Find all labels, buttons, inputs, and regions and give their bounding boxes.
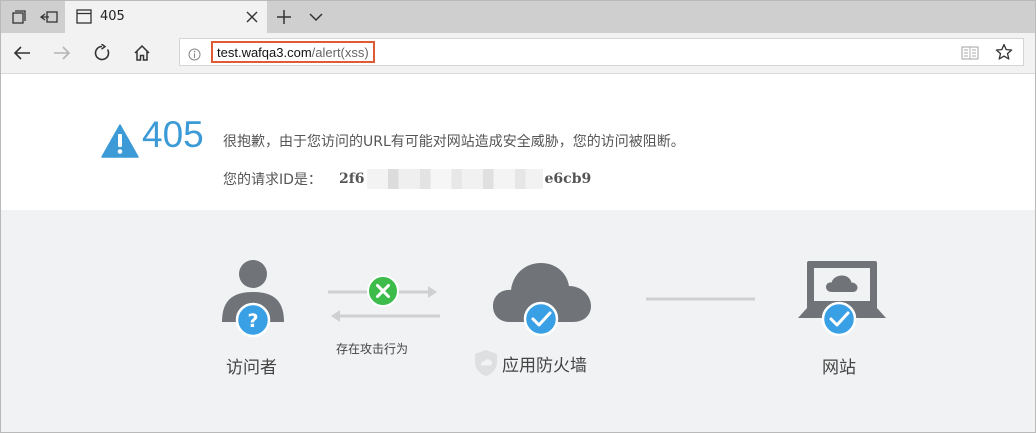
home-icon[interactable]	[127, 39, 157, 67]
error-code: 405	[142, 114, 204, 155]
site-label: 网站	[822, 358, 856, 378]
back-icon[interactable]	[7, 39, 37, 67]
browser-window: 405 test.wafqa3.com /alert(xss) 405 很抱歉，…	[0, 0, 1036, 433]
reading-view-icon[interactable]	[961, 45, 979, 65]
request-id-prefix: 2f6	[339, 171, 365, 187]
close-icon[interactable]	[245, 9, 259, 28]
url-path: /alert(xss)	[311, 44, 369, 60]
svg-text:?: ?	[247, 310, 258, 332]
set-tabs-aside-icon[interactable]	[34, 1, 64, 33]
navigation-bar: test.wafqa3.com/alert(xss)	[1, 33, 1035, 74]
request-id: 2f6 e6cb9	[339, 169, 591, 189]
redacted-mosaic	[366, 169, 543, 189]
attack-label: 存在攻击行为	[336, 342, 409, 356]
shield-icon	[474, 349, 498, 381]
request-id-label: 您的请求ID是：	[223, 172, 322, 188]
tab-active[interactable]: 405	[65, 1, 267, 33]
visitor-label: 访问者	[226, 358, 277, 378]
info-icon[interactable]	[188, 46, 201, 65]
cloud-waf-icon	[492, 258, 594, 342]
address-bar[interactable]: test.wafqa3.com/alert(xss)	[179, 38, 1024, 66]
blocked-arrows	[326, 274, 442, 330]
chevron-down-icon[interactable]	[301, 1, 331, 33]
block-diagram: ? 访问者 存在攻击行为 应用防火墙 网站	[1, 210, 1035, 432]
tab-title: 405	[100, 9, 125, 24]
visitor-icon: ?	[219, 258, 289, 342]
refresh-icon[interactable]	[87, 39, 117, 67]
url-host: test.wafqa3.com	[217, 44, 312, 60]
url-highlight: test.wafqa3.com/alert(xss)	[211, 41, 375, 63]
favorite-star-icon[interactable]	[995, 43, 1013, 65]
forward-icon[interactable]	[47, 39, 77, 67]
error-header: 405 很抱歉，由于您访问的URL有可能对网站造成安全威胁，您的访问被阻断。 您…	[1, 74, 1035, 210]
new-tab-icon[interactable]	[269, 1, 299, 33]
connector-line	[645, 287, 757, 306]
page-icon	[76, 9, 92, 28]
request-id-suffix: e6cb9	[544, 171, 592, 187]
warning-icon	[101, 124, 139, 162]
waf-label: 应用防火墙	[502, 356, 587, 376]
tab-bar: 405	[1, 1, 1035, 33]
tab-manager-icon[interactable]	[3, 1, 33, 33]
error-message: 很抱歉，由于您访问的URL有可能对网站造成安全威胁，您的访问被阻断。	[223, 134, 685, 150]
laptop-website-icon	[797, 260, 887, 344]
